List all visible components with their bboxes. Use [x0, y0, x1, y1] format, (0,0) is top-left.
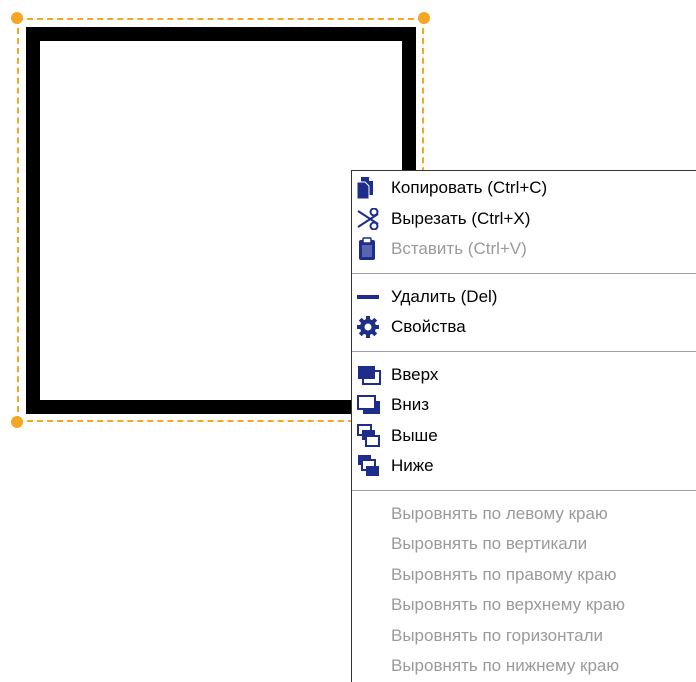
menu-item-align-vertical[interactable]: Выровнять по вертикали [352, 529, 696, 560]
menu-item-label: Выровнять по вертикали [391, 534, 588, 554]
menu-item-label: Вниз [391, 395, 430, 415]
menu-item-label: Выровнять по верхнему краю [391, 595, 625, 615]
menu-item-label: Вверх [391, 364, 439, 384]
menu-item-bring-forward[interactable]: Выше [352, 421, 696, 452]
drawing-canvas[interactable]: Копировать (Ctrl+C) Вырезать (Ctrl+X) Вс… [0, 0, 696, 682]
menu-item-align-bottom[interactable]: Выровнять по нижнему краю [352, 651, 696, 682]
align-bottom-icon [356, 654, 386, 678]
scissors-icon [356, 207, 386, 231]
menu-item-label: Выровнять по горизонтали [391, 625, 603, 645]
menu-item-label: Удалить (Del) [391, 286, 498, 306]
align-top-icon [356, 593, 386, 617]
resize-handle-top-left[interactable] [11, 12, 23, 24]
menu-item-label: Выше [391, 425, 438, 445]
resize-handle-bottom-left[interactable] [11, 416, 23, 428]
menu-item-send-to-back[interactable]: Вниз [352, 390, 696, 421]
menu-item-label: Свойства [391, 317, 466, 337]
menu-item-align-horizontal[interactable]: Выровнять по горизонтали [352, 621, 696, 652]
align-right-icon [356, 563, 386, 587]
send-to-back-icon [356, 393, 386, 417]
menu-item-copy[interactable]: Копировать (Ctrl+C) [352, 173, 696, 204]
align-vertical-icon [356, 532, 386, 556]
menu-item-align-left[interactable]: Выровнять по левому краю [352, 499, 696, 530]
menu-item-label: Ниже [391, 456, 434, 476]
align-left-icon [356, 502, 386, 526]
gear-icon [356, 315, 386, 339]
menu-item-bring-to-front[interactable]: Вверх [352, 360, 696, 391]
menu-separator [352, 489, 696, 491]
context-menu: Копировать (Ctrl+C) Вырезать (Ctrl+X) Вс… [351, 170, 696, 682]
menu-item-label: Вырезать (Ctrl+X) [391, 208, 531, 228]
menu-item-label: Выровнять по правому краю [391, 564, 617, 584]
menu-item-align-top[interactable]: Выровнять по верхнему краю [352, 590, 696, 621]
resize-handle-top-right[interactable] [418, 12, 430, 24]
menu-item-paste[interactable]: Вставить (Ctrl+V) [352, 234, 696, 265]
menu-item-delete[interactable]: Удалить (Del) [352, 282, 696, 313]
copy-icon [356, 176, 386, 200]
menu-item-cut[interactable]: Вырезать (Ctrl+X) [352, 204, 696, 235]
menu-item-align-right[interactable]: Выровнять по правому краю [352, 560, 696, 591]
menu-separator [352, 350, 696, 352]
clipboard-icon [356, 237, 386, 261]
bring-forward-icon [356, 423, 386, 448]
align-horizontal-icon [356, 624, 386, 648]
menu-separator [352, 272, 696, 274]
menu-item-label: Выровнять по нижнему краю [391, 656, 620, 676]
minus-icon [356, 285, 386, 309]
send-backward-icon [356, 454, 386, 478]
menu-item-label: Выровнять по левому краю [391, 503, 608, 523]
menu-item-properties[interactable]: Свойства [352, 312, 696, 343]
bring-to-front-icon [356, 363, 386, 387]
menu-item-label: Копировать (Ctrl+C) [391, 178, 548, 198]
menu-item-label: Вставить (Ctrl+V) [391, 239, 527, 259]
menu-item-send-backward[interactable]: Ниже [352, 451, 696, 482]
